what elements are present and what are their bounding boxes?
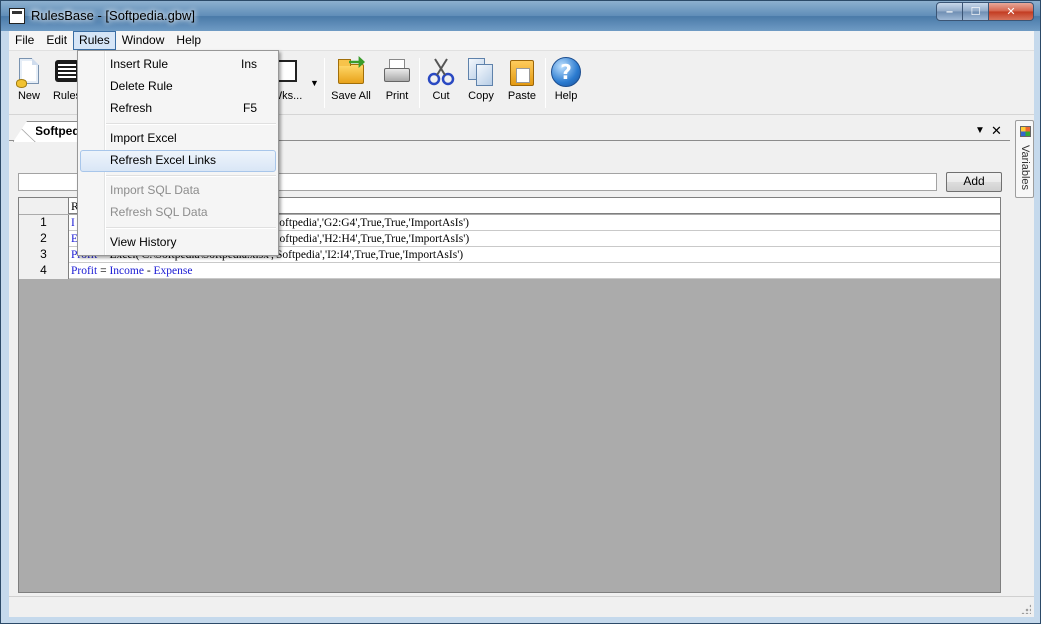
- status-bar: [9, 596, 1034, 617]
- copy-label: Copy: [468, 90, 494, 102]
- resize-grip-icon[interactable]: [1021, 604, 1031, 614]
- scissors-icon: [425, 56, 457, 88]
- variables-icon: [1020, 126, 1031, 137]
- close-icon[interactable]: ✕: [991, 123, 1002, 139]
- menu-bar: File Edit Rules Window Help: [9, 31, 1034, 51]
- new-document-icon: [13, 56, 45, 88]
- save-all-button[interactable]: Save All: [329, 56, 373, 108]
- table-row[interactable]: 4 Profit = Income - Expense: [19, 263, 1000, 279]
- menu-item-import-excel[interactable]: Import Excel: [80, 128, 276, 150]
- menu-item-refresh[interactable]: Refresh F5: [80, 98, 276, 120]
- menu-window[interactable]: Window: [116, 31, 171, 50]
- menu-item-label: Refresh: [110, 101, 153, 115]
- menu-item-refresh-excel-links[interactable]: Refresh Excel Links: [80, 150, 276, 172]
- copy-icon: [465, 56, 497, 88]
- print-label: Print: [385, 90, 409, 102]
- paste-button[interactable]: Paste: [503, 56, 541, 108]
- tab-softpedia[interactable]: Softpedia: [13, 121, 85, 142]
- copy-button[interactable]: Copy: [463, 56, 499, 108]
- menu-item-shortcut: Ins: [240, 57, 257, 71]
- print-button[interactable]: Print: [379, 56, 415, 108]
- rule-term-expense: Expense: [153, 265, 193, 277]
- printer-icon: [381, 56, 413, 88]
- rules-grid: R 1 I 'Softpedia','G2:G4',True,True,'Impo…: [18, 197, 1001, 593]
- help-icon: ?: [550, 56, 582, 88]
- menu-file[interactable]: File: [9, 31, 40, 50]
- row-number[interactable]: 3: [19, 247, 69, 263]
- help-button[interactable]: ? Help: [549, 56, 583, 108]
- menu-separator: [106, 123, 276, 125]
- add-button[interactable]: Add: [946, 172, 1002, 192]
- help-label: Help: [554, 90, 578, 102]
- menu-item-label: Refresh SQL Data: [110, 205, 208, 219]
- menu-item-label: View History: [110, 235, 177, 249]
- menu-edit[interactable]: Edit: [40, 31, 73, 50]
- menu-item-label: Insert Rule: [110, 57, 169, 71]
- app-window: RulesBase - [Softpedia.gbw] ‒ ☐ ✕ File E…: [0, 0, 1041, 624]
- row-number[interactable]: 1: [19, 215, 69, 231]
- save-all-folder-icon: [335, 56, 367, 88]
- app-icon[interactable]: [9, 8, 25, 24]
- menu-item-label: Import SQL Data: [110, 183, 200, 197]
- minimize-button[interactable]: ‒: [936, 2, 963, 21]
- menu-item-label: Import Excel: [110, 131, 177, 145]
- new-button[interactable]: New: [11, 56, 47, 108]
- maximize-button[interactable]: ☐: [963, 2, 989, 21]
- grid-corner: [19, 198, 69, 214]
- paste-label: Paste: [507, 90, 537, 102]
- menu-item-import-sql-data: Import SQL Data: [80, 180, 276, 202]
- rule-term-income: Income: [109, 265, 144, 277]
- cut-label: Cut: [432, 90, 450, 102]
- menu-item-insert-rule[interactable]: Insert Rule Ins: [80, 54, 276, 76]
- toolbar-separator: [419, 58, 420, 108]
- rule-expression: 'Softpedia','H2:H4',True,True,'ImportAsI…: [271, 233, 470, 245]
- menu-separator: [106, 227, 276, 229]
- variables-label: Variables: [1019, 145, 1031, 191]
- toolbar-separator: [324, 58, 325, 108]
- save-all-label: Save All: [331, 90, 371, 102]
- paste-clipboard-icon: [506, 56, 538, 88]
- menu-item-delete-rule[interactable]: Delete Rule: [80, 76, 276, 98]
- rule-expression: 'Softpedia','G2:G4',True,True,'ImportAsI…: [270, 217, 469, 229]
- cut-button[interactable]: Cut: [424, 56, 458, 108]
- menu-item-label: Refresh Excel Links: [110, 153, 217, 167]
- side-panel: Variables: [1013, 116, 1034, 596]
- row-number[interactable]: 4: [19, 263, 69, 279]
- wks-dropdown-arrow-icon[interactable]: ▼: [310, 78, 319, 88]
- rule-equals: =: [97, 265, 110, 277]
- rule-minus: -: [143, 265, 154, 277]
- window-title: RulesBase - [Softpedia.gbw]: [31, 8, 196, 23]
- menu-item-refresh-sql-data: Refresh SQL Data: [80, 202, 276, 224]
- menu-item-label: Delete Rule: [110, 79, 173, 93]
- menu-item-view-history[interactable]: View History: [80, 232, 276, 254]
- rules-dropdown-menu: Insert Rule Ins Delete Rule Refresh F5 I…: [77, 50, 279, 256]
- menu-item-shortcut: F5: [242, 101, 257, 115]
- menu-rules[interactable]: Rules: [73, 31, 116, 50]
- menu-help[interactable]: Help: [170, 31, 207, 50]
- variables-tab[interactable]: Variables: [1015, 120, 1034, 198]
- toolbar-separator: [545, 58, 546, 108]
- row-number[interactable]: 2: [19, 231, 69, 247]
- rule-cell[interactable]: Profit = Income - Expense: [71, 263, 193, 279]
- close-window-button[interactable]: ✕: [989, 2, 1034, 21]
- caption-buttons: ‒ ☐ ✕: [936, 2, 1034, 21]
- tab-list-dropdown-icon[interactable]: ▼: [975, 125, 985, 136]
- rule-target: I: [71, 217, 75, 229]
- new-label: New: [17, 90, 40, 102]
- title-bar[interactable]: RulesBase - [Softpedia.gbw] ‒ ☐ ✕: [1, 1, 1040, 31]
- rule-target: Profit: [71, 265, 98, 277]
- menu-separator: [106, 175, 276, 177]
